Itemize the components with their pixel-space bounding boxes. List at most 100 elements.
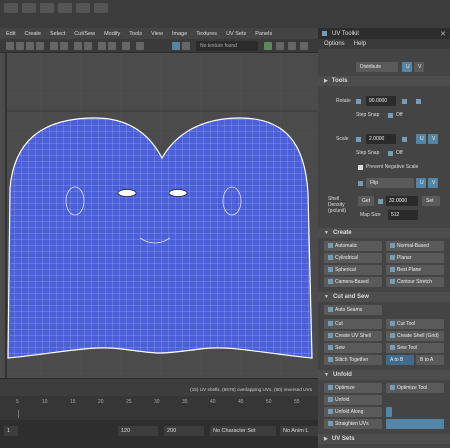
menu-cut-sew[interactable]: Cut/Sew bbox=[74, 31, 95, 37]
toolbar-icon[interactable] bbox=[108, 42, 116, 50]
distribute-v-button[interactable]: V bbox=[414, 62, 424, 72]
create-uv-shell-button[interactable]: Create UV Shell bbox=[324, 331, 382, 341]
step-snap2-value[interactable]: Off bbox=[396, 150, 403, 156]
character-set-dropdown[interactable]: No Character Set bbox=[210, 426, 276, 436]
b-to-a-button[interactable]: B to A bbox=[416, 355, 444, 365]
menu-select[interactable]: Select bbox=[50, 31, 65, 37]
section-unfold[interactable]: ▼ Unfold bbox=[318, 370, 450, 380]
distribute-u-button[interactable]: U bbox=[402, 62, 412, 72]
stitch-together-button[interactable]: Stitch Together bbox=[324, 355, 382, 365]
section-uv-sets[interactable]: ▶ UV Sets bbox=[318, 434, 450, 444]
spherical-button[interactable]: Spherical bbox=[324, 265, 382, 275]
toolbar-icon[interactable] bbox=[60, 42, 68, 50]
shelf-button[interactable] bbox=[58, 3, 72, 13]
rotate-ccw-icon[interactable] bbox=[356, 99, 361, 104]
sew-tool-button[interactable]: Sew Tool bbox=[386, 343, 444, 353]
range-end-field[interactable]: 120 bbox=[118, 426, 158, 436]
shelf-button[interactable] bbox=[40, 3, 54, 13]
menu-help[interactable]: Help bbox=[354, 41, 366, 47]
shelf-button[interactable] bbox=[76, 3, 90, 13]
toolbar-icon[interactable] bbox=[50, 42, 58, 50]
flip-icon[interactable] bbox=[358, 181, 363, 186]
contour-stretch-button[interactable]: Contour Stretch bbox=[386, 277, 444, 287]
menu-uv-sets[interactable]: UV Sets bbox=[226, 31, 246, 37]
scale-u-button[interactable]: U bbox=[416, 134, 426, 144]
toolbar-icon[interactable] bbox=[288, 42, 296, 50]
set-density-button[interactable]: Set bbox=[422, 196, 440, 206]
get-density-button[interactable]: Get bbox=[358, 196, 374, 206]
dropdown-icon[interactable] bbox=[388, 113, 393, 118]
optimize-tool-button[interactable]: Optimize Tool bbox=[386, 383, 444, 393]
flip-u-button[interactable]: U bbox=[416, 178, 426, 188]
step-snap-value[interactable]: Off bbox=[396, 112, 403, 118]
section-create[interactable]: ▼ Create bbox=[318, 228, 450, 238]
toolbar-icon[interactable] bbox=[122, 42, 130, 50]
optimize-button[interactable]: Optimize bbox=[324, 383, 382, 393]
toolbar-icon[interactable] bbox=[264, 42, 272, 50]
menu-modify[interactable]: Modify bbox=[104, 31, 120, 37]
automatic-button[interactable]: Automatic bbox=[324, 241, 382, 251]
toolbar-icon[interactable] bbox=[6, 42, 14, 50]
anim-end-field[interactable]: 200 bbox=[164, 426, 204, 436]
straighten-uvs-button[interactable]: Straighten UVs bbox=[324, 419, 382, 429]
shelf-button[interactable] bbox=[22, 3, 36, 13]
toolbar-icon[interactable] bbox=[276, 42, 284, 50]
distribute-button[interactable]: Distribute bbox=[356, 62, 398, 72]
flip-v-button[interactable]: V bbox=[428, 178, 438, 188]
toolbar-icon[interactable] bbox=[26, 42, 34, 50]
toolbar-icon[interactable] bbox=[182, 42, 190, 50]
checker-toggle-icon[interactable] bbox=[172, 42, 180, 50]
texture-field[interactable]: No texture found bbox=[196, 41, 258, 51]
texel-density-field[interactable]: 32.0000 bbox=[386, 196, 418, 206]
shelf-button[interactable] bbox=[94, 3, 108, 13]
best-plane-button[interactable]: Best Plane bbox=[386, 265, 444, 275]
section-cut-sew[interactable]: ▼ Cut and Sew bbox=[318, 292, 450, 302]
toolbar-icon[interactable] bbox=[300, 42, 308, 50]
sew-button[interactable]: Sew bbox=[324, 343, 382, 353]
toolbar-icon[interactable] bbox=[98, 42, 106, 50]
dropdown-icon[interactable] bbox=[388, 151, 393, 156]
rotate-icon[interactable] bbox=[416, 99, 421, 104]
scale-value-field[interactable]: 2.0000 bbox=[366, 134, 396, 144]
close-icon[interactable]: ✕ bbox=[440, 30, 446, 38]
checkbox-checked-icon[interactable] bbox=[358, 165, 363, 170]
unfold-along-button[interactable]: Unfold Along bbox=[324, 407, 382, 417]
timeline[interactable]: 5 10 15 20 25 30 35 40 45 50 55 bbox=[0, 396, 318, 420]
anim-layer-dropdown[interactable]: No Anim L bbox=[280, 426, 318, 436]
planar-button[interactable]: Planar bbox=[386, 253, 444, 263]
rotate-cw-icon[interactable] bbox=[402, 99, 407, 104]
create-shell-grid-button[interactable]: Create Shell (Grid) bbox=[386, 331, 444, 341]
rotate-value-field[interactable]: 90.0000 bbox=[366, 96, 396, 106]
cut-button[interactable]: Cut bbox=[324, 319, 382, 329]
cylindrical-button[interactable]: Cylindrical bbox=[324, 253, 382, 263]
menu-create[interactable]: Create bbox=[24, 31, 41, 37]
menu-tools[interactable]: Tools bbox=[129, 31, 142, 37]
menu-edit[interactable]: Edit bbox=[6, 31, 15, 37]
flip-dropdown[interactable]: Flip bbox=[366, 178, 414, 188]
toolbar-icon[interactable] bbox=[84, 42, 92, 50]
normal-based-button[interactable]: Normal-Based bbox=[386, 241, 444, 251]
range-start-field[interactable]: 1 bbox=[4, 426, 18, 436]
a-to-b-button[interactable]: A to B bbox=[386, 355, 414, 365]
cut-tool-button[interactable]: Cut Tool bbox=[386, 319, 444, 329]
toolbar-icon[interactable] bbox=[136, 42, 144, 50]
camera-based-button[interactable]: Camera-Based bbox=[324, 277, 382, 287]
scale-down-icon[interactable] bbox=[356, 137, 361, 142]
shelf-button[interactable] bbox=[4, 3, 18, 13]
scale-v-button[interactable]: V bbox=[428, 134, 438, 144]
section-tools[interactable]: ▶ Tools bbox=[318, 76, 450, 86]
scale-up-icon[interactable] bbox=[402, 137, 407, 142]
unfold-along-u-button[interactable] bbox=[386, 407, 392, 417]
menu-options[interactable]: Options bbox=[324, 41, 345, 47]
menu-view[interactable]: View bbox=[151, 31, 163, 37]
map-size-field[interactable]: 512 bbox=[388, 210, 418, 220]
uv-viewport[interactable] bbox=[0, 53, 318, 378]
toolbar-icon[interactable] bbox=[36, 42, 44, 50]
unfold-button[interactable]: Unfold bbox=[324, 395, 382, 405]
toolbar-icon[interactable] bbox=[16, 42, 24, 50]
straighten-u-button[interactable] bbox=[386, 419, 444, 429]
menu-image[interactable]: Image bbox=[172, 31, 187, 37]
menu-textures[interactable]: Textures bbox=[196, 31, 217, 37]
toolbar-icon[interactable] bbox=[74, 42, 82, 50]
auto-seams-button[interactable]: Auto Seams bbox=[324, 305, 382, 315]
